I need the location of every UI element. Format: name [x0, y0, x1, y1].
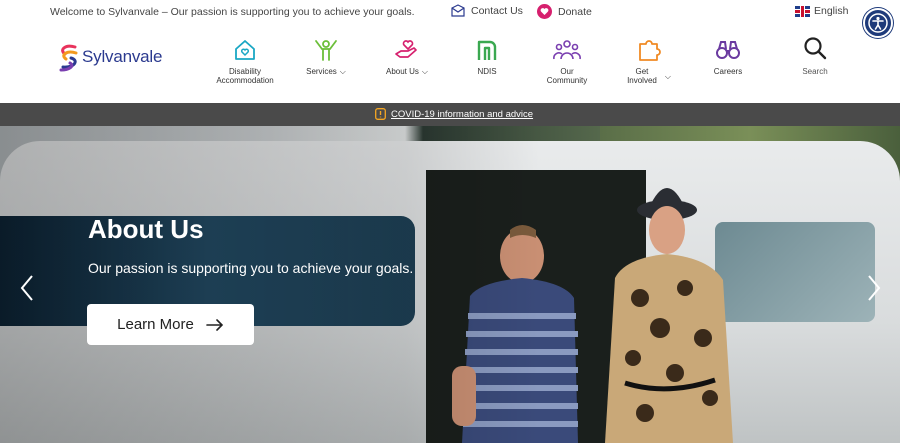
- logo-mark-icon: [59, 44, 78, 72]
- nav-ndis[interactable]: NDIS: [474, 38, 500, 76]
- nav-community-line1: Our: [560, 67, 574, 76]
- chevron-down-icon: ⌵: [664, 71, 671, 81]
- covid-alert-bar: COVID-19 information and advice: [0, 103, 900, 126]
- chevron-down-icon: ⌵: [339, 67, 346, 76]
- nav-community-line2: Community: [546, 76, 588, 85]
- nav-about-us[interactable]: About Us ⌵: [383, 38, 431, 76]
- donate-label: Donate: [558, 5, 592, 18]
- nav-careers[interactable]: Careers: [712, 38, 744, 76]
- learn-more-button[interactable]: Learn More: [87, 304, 254, 345]
- nav-get-involved[interactable]: Get Involved ⌵: [623, 38, 675, 85]
- carousel-prev-icon[interactable]: [17, 274, 37, 302]
- nav-about-label: About Us: [386, 67, 419, 76]
- language-label: English: [814, 5, 849, 17]
- nav-involved-line2: Involved: [627, 76, 657, 85]
- contact-us-label: Contact Us: [471, 4, 523, 17]
- nav-involved-line1: Get: [635, 67, 649, 76]
- brand-name: Sylvanvale: [82, 47, 163, 66]
- people-group-icon: [553, 40, 581, 60]
- person-raised-arms-icon: [315, 40, 337, 61]
- accessibility-button[interactable]: [863, 8, 893, 38]
- arrow-right-icon: [206, 318, 223, 331]
- ndis-logo-icon: [477, 40, 497, 60]
- search-button[interactable]: Search: [800, 36, 830, 76]
- puzzle-piece-icon: [639, 40, 661, 61]
- house-heart-icon: [235, 40, 255, 60]
- hero-title: About Us: [88, 214, 204, 244]
- covid-info-link[interactable]: COVID-19 information and advice: [375, 108, 533, 120]
- hero-subtitle: Our passion is supporting you to achieve…: [88, 260, 414, 276]
- nav-disability-line1: Disability: [228, 67, 261, 76]
- nav-services[interactable]: Services ⌵: [303, 38, 349, 76]
- main-navigation: Sylvanvale Disability Accommodation Serv…: [0, 24, 900, 103]
- nav-services-label: Services: [306, 67, 337, 76]
- sylvanvale-logo[interactable]: Sylvanvale: [57, 42, 162, 72]
- contact-us-link[interactable]: Contact Us: [451, 4, 523, 17]
- language-selector[interactable]: English: [795, 5, 848, 17]
- top-bar: Welcome to Sylvanvale – Our passion is s…: [0, 0, 900, 24]
- nav-disability-line2: Accommodation: [216, 76, 274, 85]
- learn-more-label: Learn More: [117, 316, 194, 333]
- nav-careers-label: Careers: [713, 67, 743, 76]
- donate-link[interactable]: Donate: [537, 4, 592, 19]
- search-icon: [804, 37, 827, 60]
- binoculars-icon: [716, 41, 740, 59]
- hand-heart-icon: [395, 40, 417, 58]
- heart-icon: [537, 4, 552, 19]
- welcome-message: Welcome to Sylvanvale – Our passion is s…: [50, 6, 415, 18]
- uk-flag-icon: [795, 5, 810, 17]
- accessibility-icon: [868, 13, 888, 33]
- nav-our-community[interactable]: Our Community: [542, 38, 592, 85]
- envelope-icon: [451, 4, 465, 17]
- carousel-next-icon[interactable]: [864, 274, 884, 302]
- alert-icon: [375, 108, 386, 120]
- nav-ndis-label: NDIS: [477, 67, 497, 76]
- covid-info-text: COVID-19 information and advice: [391, 108, 534, 120]
- search-label: Search: [802, 67, 828, 76]
- hero-overlay: [0, 126, 900, 443]
- hero-banner: About Us Our passion is supporting you t…: [0, 126, 900, 443]
- nav-disability-accommodation[interactable]: Disability Accommodation: [212, 38, 278, 85]
- chevron-down-icon: ⌵: [421, 67, 428, 76]
